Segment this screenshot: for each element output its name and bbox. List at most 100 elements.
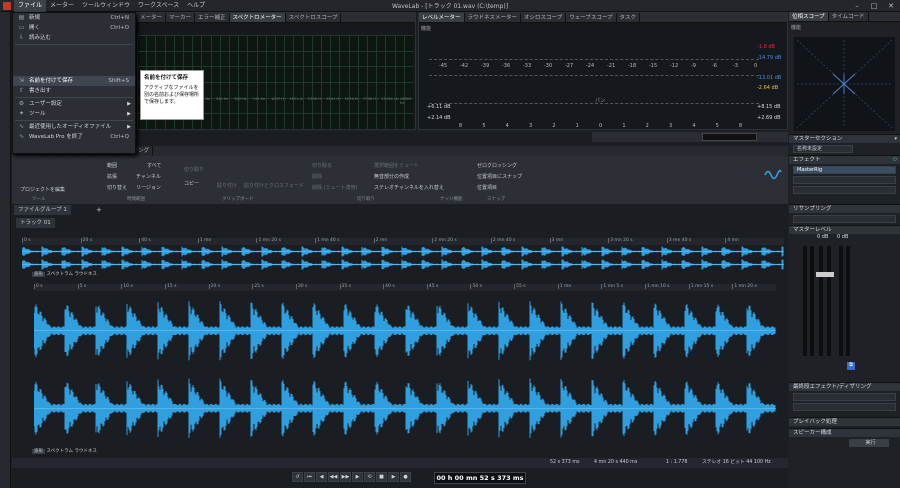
pan-scale-tick: 2 xyxy=(552,123,556,129)
position-items-button[interactable]: 位置項目 xyxy=(477,184,497,191)
swap-channels-button[interactable]: ステレオチャンネルを入れ替え xyxy=(374,184,444,191)
loop-icon[interactable]: ↺ xyxy=(292,472,303,482)
tab-oscilloscope[interactable]: オシロスコープ xyxy=(521,13,567,22)
close-icon[interactable]: ✕ xyxy=(883,0,899,12)
zero-crossing-checkbox[interactable]: ゼロクロッシング xyxy=(477,162,517,169)
delete-button[interactable]: 削除 xyxy=(312,173,322,180)
left-side-strip[interactable] xyxy=(0,12,11,488)
zoom-factor[interactable]: 1 : 1.778 xyxy=(666,458,687,468)
paste-crossfade-button[interactable]: 貼り付けとクロスフェード xyxy=(244,182,304,189)
tab-marker[interactable]: マーカー xyxy=(166,13,196,22)
tab-task[interactable]: タスク xyxy=(617,13,641,22)
select-all-button[interactable]: すべて xyxy=(147,162,161,169)
channel-button[interactable]: チャンネル xyxy=(136,173,161,180)
file-menu-item[interactable]: ∿ WaveLab Pro を終了 Ctrl+Q xyxy=(13,132,135,142)
file-length[interactable]: 4 mn 20 s 440 ms xyxy=(594,458,637,468)
file-menu-item[interactable]: ∿ 最近使用したオーディオファイル ▶ xyxy=(13,122,135,132)
playback-header[interactable]: プレイバック処理 xyxy=(789,417,900,426)
pan-scale-tick: 8 xyxy=(739,123,743,129)
go-start-icon[interactable]: ⏮ xyxy=(304,472,315,482)
cut-button[interactable]: 切り取り xyxy=(184,166,204,173)
plugin-slot-empty-1[interactable] xyxy=(793,176,896,184)
paste-button[interactable]: 貼り付け xyxy=(217,182,237,189)
delete-mute-button[interactable]: 削除 (ミュート適用) xyxy=(312,184,358,191)
tab-phase-scope[interactable]: 位相スコープ xyxy=(789,12,829,21)
file-menu-item[interactable]: ✦ ツール ▶ xyxy=(13,109,135,119)
toggle-button[interactable]: 切り替え xyxy=(107,184,127,191)
cursor-position[interactable]: 52 s 373 ms xyxy=(550,458,580,468)
plugin-slot-masterrig[interactable]: MasterRig xyxy=(793,166,896,174)
snap-to-markers-checkbox[interactable]: 位置項目にスナップ xyxy=(477,173,522,180)
tab-error-correction[interactable]: エラー補正 xyxy=(195,13,230,22)
tab-spectrometer[interactable]: スペクトロメーター xyxy=(229,13,286,22)
file-menu-item[interactable] xyxy=(13,66,135,76)
file-menu-item[interactable]: ▤ 新規 Ctrl+N xyxy=(13,13,135,23)
tab-level-meter[interactable]: レベルメーター xyxy=(419,13,465,22)
extend-button[interactable]: 拡張 xyxy=(107,173,117,180)
dither-slot-2[interactable] xyxy=(793,403,896,411)
menu-item-icon: ✦ xyxy=(18,110,25,117)
resampling-header[interactable]: リサンプリング xyxy=(789,204,900,213)
file-menu-item[interactable]: ▭ 開く Ctrl+O xyxy=(13,23,135,33)
speaker-header[interactable]: スピーカー構成 xyxy=(789,428,900,437)
record-icon[interactable]: ● xyxy=(400,472,411,482)
file-menu-item[interactable] xyxy=(13,46,135,56)
insert-silence-button[interactable]: 無音部分の作成 xyxy=(374,173,409,180)
file-menu-item[interactable]: ⚙ ユーザー設定 ▶ xyxy=(13,99,135,109)
cycle-icon[interactable]: ⟲ xyxy=(364,472,375,482)
file-group-tab[interactable]: ファイルグループ 1 xyxy=(14,205,71,215)
next-icon[interactable]: ▶ xyxy=(352,472,363,482)
maximize-icon[interactable]: □ xyxy=(866,0,882,12)
ruler-tick: 55 s xyxy=(514,284,526,289)
master-section-title: マスターセクション ▾ xyxy=(789,134,900,143)
file-menu-item[interactable]: ⇲ 名前を付けて保存 Shift+S xyxy=(13,76,135,86)
ruler-tick: 1 mn xyxy=(557,284,572,289)
rewind-icon[interactable]: ◀◀ xyxy=(328,472,339,482)
tab-spectroscope[interactable]: スペクトロスコープ xyxy=(286,13,342,22)
tab-loudness-meter[interactable]: ラウドネスメーター xyxy=(465,13,522,22)
mute-selection-button[interactable]: 選択範囲をミュート xyxy=(374,162,419,169)
play-icon[interactable]: ▶ xyxy=(388,472,399,482)
range-button[interactable]: 範囲 xyxy=(107,162,117,169)
right-readout-3: -13.01 dB xyxy=(757,75,782,81)
overview-waveform[interactable] xyxy=(22,245,784,271)
render-button[interactable]: 実行 xyxy=(849,439,889,447)
fader-right[interactable] xyxy=(824,272,834,277)
resampling-slot[interactable] xyxy=(793,215,896,223)
audio-format[interactable]: ステレオ 16 ビット 44 100 Hz xyxy=(702,458,771,468)
level-scale: -45 -42 -39 -36 -33 -30 -27 -24 -21 -18 -15 -12 -9 -6… xyxy=(439,63,757,71)
menu-item-icon: ▤ xyxy=(18,14,25,21)
tab-meter[interactable]: メーター xyxy=(137,13,167,22)
file-menu-item[interactable] xyxy=(13,56,135,66)
link-icon[interactable]: ⧉ xyxy=(847,362,855,370)
level-mode-label[interactable]: 機能 xyxy=(421,25,431,32)
tab-wavescope[interactable]: ウェーブスコープ xyxy=(566,13,617,22)
power-icon[interactable]: ⏻ xyxy=(893,156,897,165)
prev-icon[interactable]: ◀ xyxy=(316,472,327,482)
dither-slot-1[interactable] xyxy=(793,393,896,401)
add-tab-icon[interactable]: + xyxy=(96,205,102,215)
plugin-slot-empty-2[interactable] xyxy=(793,186,896,194)
preset-name[interactable]: 名称未設定 xyxy=(793,145,853,153)
level-scale-tick: -42 xyxy=(460,63,469,69)
trim-button[interactable]: 切り取る xyxy=(312,162,332,169)
region-button[interactable]: リージョン xyxy=(136,184,161,191)
ruler-tick: 5 s xyxy=(77,284,87,289)
zoom-select[interactable] xyxy=(702,133,757,141)
time-display[interactable]: 00 h 00 mn 52 s 373 ms xyxy=(434,472,526,484)
stop-icon[interactable]: ■ xyxy=(376,472,387,482)
save-as-tooltip: 名前を付けて保存 アクティブなファイルを別の名前および保存場所で保存します。 xyxy=(140,70,204,120)
right-readout-4: -2.64 dB xyxy=(757,85,779,91)
file-menu-item[interactable]: ⇩ 読み込む xyxy=(13,33,135,43)
main-waveform[interactable] xyxy=(34,292,776,447)
pan-scale-tick: 4 xyxy=(505,123,509,129)
forward-icon[interactable]: ▶▶ xyxy=(340,472,351,482)
phase-mode-label[interactable]: 機能 xyxy=(791,24,801,31)
copy-button[interactable]: コピー xyxy=(184,180,199,187)
file-menu-item[interactable]: ⇧ 書き出す xyxy=(13,86,135,96)
minimize-icon[interactable]: – xyxy=(849,0,865,12)
edit-project-button[interactable]: プロジェクトを編集 xyxy=(20,186,65,193)
track-tab[interactable]: トラック 01 xyxy=(16,218,55,228)
tab-timecode[interactable]: タイムコード xyxy=(829,12,869,21)
ruler-tick: 1 mn 15 s xyxy=(688,284,714,289)
